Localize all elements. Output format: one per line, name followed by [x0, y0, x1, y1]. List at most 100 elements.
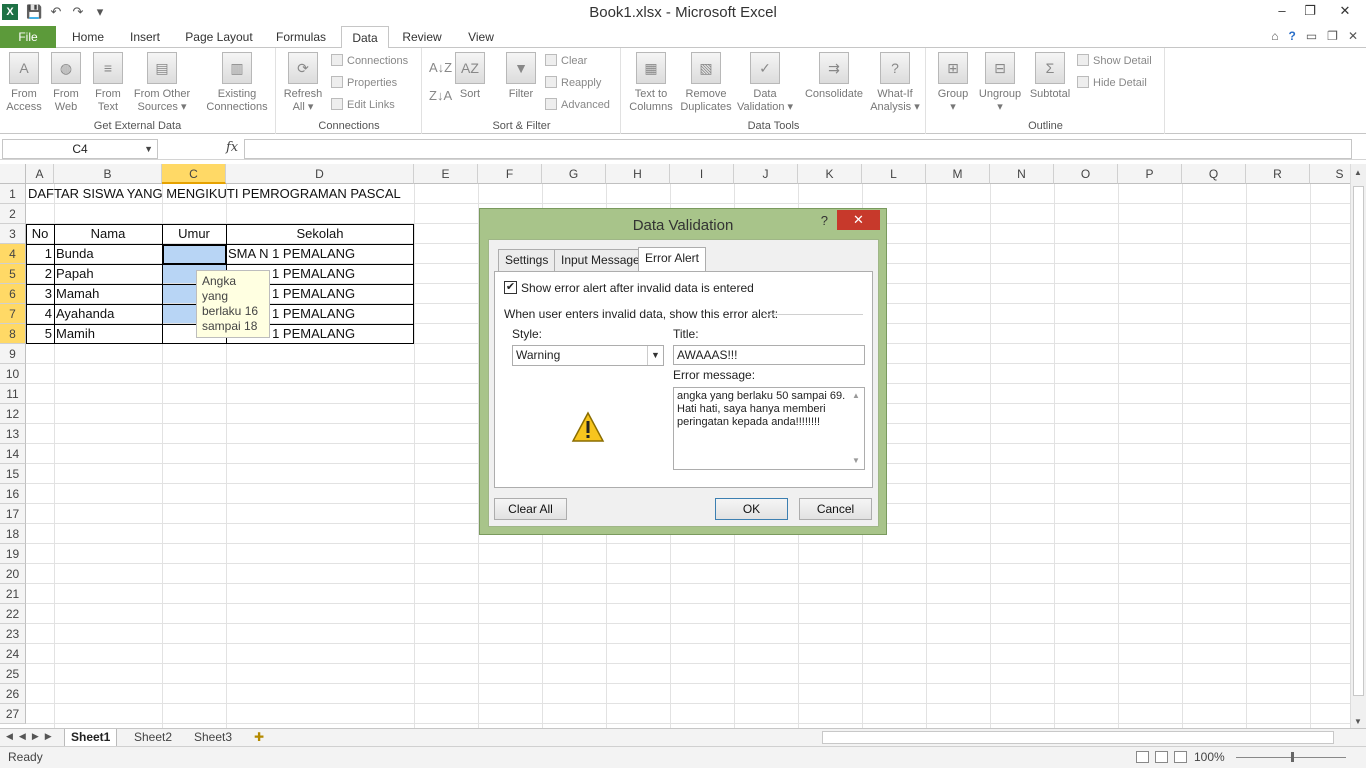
data-validation-button[interactable]: ✓ Data Validation ▾	[736, 52, 794, 114]
page-layout-view-icon[interactable]	[1155, 751, 1168, 763]
cell-no[interactable]: 4	[26, 304, 54, 324]
remove-duplicates-button[interactable]: ▧ Remove Duplicates	[678, 52, 734, 114]
cell-sekolah[interactable]: 1 PEMALANG	[270, 264, 357, 284]
ok-button[interactable]: OK	[715, 498, 788, 520]
column-header[interactable]: N	[990, 164, 1054, 184]
tab-formulas[interactable]: Formulas	[272, 26, 330, 48]
row-header[interactable]: 6	[0, 284, 26, 304]
row-header[interactable]: 20	[0, 564, 26, 584]
sort-button[interactable]: AZ Sort	[453, 52, 487, 101]
column-header[interactable]: O	[1054, 164, 1118, 184]
tab-settings[interactable]: Settings	[498, 249, 556, 271]
tab-home[interactable]: Home	[68, 26, 108, 48]
vertical-scrollbar[interactable]: ▲ ▼	[1350, 164, 1366, 730]
row-header[interactable]: 23	[0, 624, 26, 644]
row-header[interactable]: 19	[0, 544, 26, 564]
text-to-columns-button[interactable]: ▦ Text to Columns	[626, 52, 676, 114]
row-header[interactable]: 10	[0, 364, 26, 384]
cell-no[interactable]: 3	[26, 284, 54, 304]
header-cell-sekolah[interactable]: Sekolah	[226, 224, 414, 244]
column-header[interactable]: Q	[1182, 164, 1246, 184]
scroll-up-icon[interactable]: ▲	[1354, 168, 1362, 177]
header-cell-no[interactable]: No	[26, 224, 54, 244]
column-header[interactable]: L	[862, 164, 926, 184]
tab-input-message[interactable]: Input Message	[554, 249, 647, 271]
page-break-view-icon[interactable]	[1174, 751, 1187, 763]
row-header[interactable]: 25	[0, 664, 26, 684]
advanced-filter-button[interactable]: Advanced	[545, 98, 610, 111]
column-header[interactable]: D	[226, 164, 414, 184]
column-header[interactable]: I	[670, 164, 734, 184]
properties-button[interactable]: Properties	[331, 76, 397, 89]
tab-review[interactable]: Review	[398, 26, 446, 48]
tab-page-layout[interactable]: Page Layout	[182, 26, 256, 48]
sheet-tab[interactable]: Sheet1	[64, 729, 118, 747]
zoom-slider-thumb[interactable]	[1291, 752, 1294, 762]
row-header[interactable]: 9	[0, 344, 26, 364]
column-header[interactable]: F	[478, 164, 542, 184]
active-cell[interactable]	[162, 244, 227, 265]
help-icon[interactable]: ?	[821, 213, 828, 228]
reapply-button[interactable]: Reapply	[545, 76, 601, 89]
row-header[interactable]: 7	[0, 304, 26, 324]
workbook-minimize-icon[interactable]: ▭	[1306, 29, 1317, 43]
cancel-button[interactable]: Cancel	[799, 498, 872, 520]
sheet-tab[interactable]: Sheet3	[194, 729, 232, 747]
hide-detail-button[interactable]: Hide Detail	[1077, 76, 1147, 89]
tab-error-alert[interactable]: Error Alert	[638, 247, 707, 272]
row-header[interactable]: 18	[0, 524, 26, 544]
cell-sekolah[interactable]: 1 PEMALANG	[270, 304, 357, 324]
column-header[interactable]: B	[54, 164, 162, 184]
insert-function-icon[interactable]: fx	[226, 140, 238, 155]
cell-nama[interactable]: Bunda	[54, 244, 96, 264]
header-cell-nama[interactable]: Nama	[54, 224, 162, 244]
column-header[interactable]: M	[926, 164, 990, 184]
column-header[interactable]: C	[162, 164, 226, 184]
row-header[interactable]: 11	[0, 384, 26, 404]
sort-ascending-icon[interactable]: A↓Z	[429, 60, 452, 75]
row-header[interactable]: 1	[0, 184, 26, 204]
column-header[interactable]: G	[542, 164, 606, 184]
row-header[interactable]: 8	[0, 324, 26, 344]
consolidate-button[interactable]: ⇉ Consolidate	[800, 52, 868, 101]
header-cell-umur[interactable]: Umur	[162, 224, 226, 244]
refresh-all-button[interactable]: ⟳ Refresh All ▾	[281, 52, 325, 114]
row-header[interactable]: 14	[0, 444, 26, 464]
ungroup-button[interactable]: ⊟ Ungroup ▾	[975, 52, 1025, 114]
row-header[interactable]: 16	[0, 484, 26, 504]
column-header[interactable]: S	[1310, 164, 1350, 184]
insert-sheet-icon[interactable]: ✚	[254, 729, 264, 747]
row-header[interactable]: 13	[0, 424, 26, 444]
cell-nama[interactable]: Ayahanda	[54, 304, 116, 324]
from-other-sources-button[interactable]: ▤ From Other Sources ▾	[130, 52, 194, 114]
minimize-ribbon-icon[interactable]: ⌂	[1271, 29, 1278, 43]
row-header[interactable]: 26	[0, 684, 26, 704]
row-header[interactable]: 4	[0, 244, 26, 264]
row-header[interactable]: 27	[0, 704, 26, 724]
column-header[interactable]: H	[606, 164, 670, 184]
cell-no[interactable]: 1	[26, 244, 54, 264]
title-input[interactable]: AWAAAS!!!	[673, 345, 865, 365]
show-detail-button[interactable]: Show Detail	[1077, 54, 1152, 67]
textarea-scrollbar[interactable]: ▲ ▼	[849, 389, 863, 468]
column-header[interactable]: E	[414, 164, 478, 184]
style-select[interactable]: Warning ▼	[512, 345, 664, 366]
chevron-down-icon[interactable]: ▼	[144, 140, 153, 158]
column-header[interactable]: J	[734, 164, 798, 184]
row-header[interactable]: 22	[0, 604, 26, 624]
cell-sekolah[interactable]: SMA N 1 PEMALANG	[226, 244, 357, 264]
row-header[interactable]: 3	[0, 224, 26, 244]
close-window-button[interactable]: ✕	[1324, 0, 1366, 22]
from-web-button[interactable]: ◍ From Web	[46, 52, 86, 114]
existing-connections-button[interactable]: ▥ Existing Connections	[204, 52, 270, 114]
sheet-tab[interactable]: Sheet2	[134, 729, 172, 747]
scroll-thumb[interactable]	[1353, 186, 1364, 696]
zoom-level[interactable]: 100%	[1194, 750, 1225, 764]
row-header[interactable]: 21	[0, 584, 26, 604]
cell-no[interactable]: 5	[26, 324, 54, 344]
filter-button[interactable]: ▼ Filter	[503, 52, 539, 101]
formula-input[interactable]	[244, 139, 1352, 159]
column-header[interactable]: A	[26, 164, 54, 184]
minimize-button[interactable]: –	[1268, 0, 1296, 22]
clear-filter-button[interactable]: Clear	[545, 54, 587, 67]
